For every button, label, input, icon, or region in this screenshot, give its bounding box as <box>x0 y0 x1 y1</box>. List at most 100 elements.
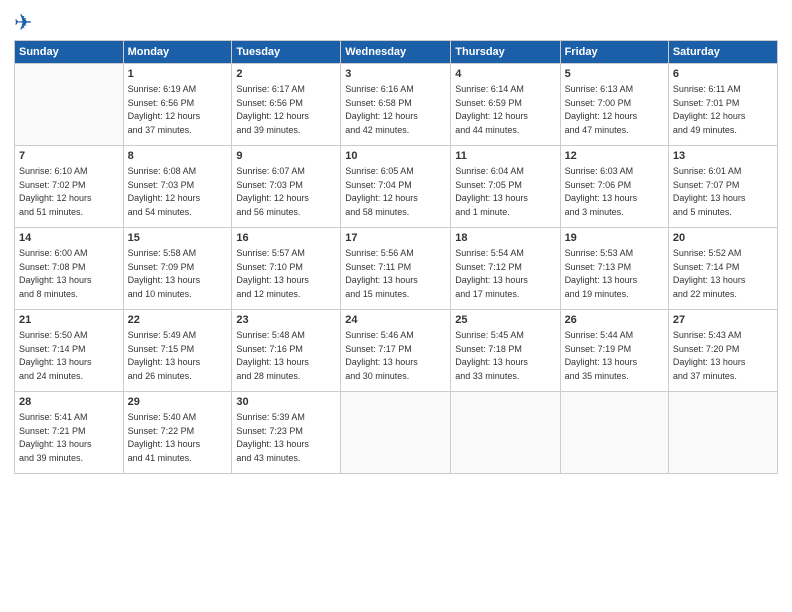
day-info: Sunrise: 5:53 AM Sunset: 7:13 PM Dayligh… <box>565 248 638 299</box>
header: ✈ <box>14 10 778 36</box>
day-info: Sunrise: 6:19 AM Sunset: 6:56 PM Dayligh… <box>128 84 201 135</box>
day-header-sunday: Sunday <box>15 41 124 64</box>
calendar-cell: 19 Sunrise: 5:53 AM Sunset: 7:13 PM Dayli… <box>560 228 668 310</box>
week-row-1: 1 Sunrise: 6:19 AM Sunset: 6:56 PM Daylig… <box>15 64 778 146</box>
calendar-cell: 7 Sunrise: 6:10 AM Sunset: 7:02 PM Daylig… <box>15 146 124 228</box>
day-number: 24 <box>345 313 446 328</box>
calendar-cell: 22 Sunrise: 5:49 AM Sunset: 7:15 PM Dayli… <box>123 310 232 392</box>
day-info: Sunrise: 6:04 AM Sunset: 7:05 PM Dayligh… <box>455 166 528 217</box>
day-info: Sunrise: 6:13 AM Sunset: 7:00 PM Dayligh… <box>565 84 638 135</box>
day-info: Sunrise: 5:48 AM Sunset: 7:16 PM Dayligh… <box>236 330 309 381</box>
day-info: Sunrise: 6:14 AM Sunset: 6:59 PM Dayligh… <box>455 84 528 135</box>
calendar-cell: 24 Sunrise: 5:46 AM Sunset: 7:17 PM Dayli… <box>341 310 451 392</box>
day-number: 12 <box>565 149 664 164</box>
day-info: Sunrise: 5:41 AM Sunset: 7:21 PM Dayligh… <box>19 412 92 463</box>
calendar-cell: 12 Sunrise: 6:03 AM Sunset: 7:06 PM Dayli… <box>560 146 668 228</box>
week-row-3: 14 Sunrise: 6:00 AM Sunset: 7:08 PM Dayli… <box>15 228 778 310</box>
day-number: 2 <box>236 67 336 82</box>
day-number: 10 <box>345 149 446 164</box>
day-info: Sunrise: 6:16 AM Sunset: 6:58 PM Dayligh… <box>345 84 418 135</box>
calendar-table: SundayMondayTuesdayWednesdayThursdayFrid… <box>14 40 778 474</box>
calendar-cell: 13Sunrise: 6:01 AM Sunset: 7:07 PM Dayli… <box>668 146 777 228</box>
calendar-cell: 30 Sunrise: 5:39 AM Sunset: 7:23 PM Dayli… <box>232 392 341 474</box>
day-header-monday: Monday <box>123 41 232 64</box>
day-number: 11 <box>455 149 555 164</box>
day-number: 22 <box>128 313 228 328</box>
day-number: 16 <box>236 231 336 246</box>
day-number: 1 <box>128 67 228 82</box>
day-info: Sunrise: 5:49 AM Sunset: 7:15 PM Dayligh… <box>128 330 201 381</box>
day-info: Sunrise: 6:00 AM Sunset: 7:08 PM Dayligh… <box>19 248 92 299</box>
day-info: Sunrise: 5:52 AM Sunset: 7:14 PM Dayligh… <box>673 248 746 299</box>
day-number: 3 <box>345 67 446 82</box>
logo-icon: ✈ <box>14 10 32 36</box>
day-number: 23 <box>236 313 336 328</box>
day-info: Sunrise: 5:39 AM Sunset: 7:23 PM Dayligh… <box>236 412 309 463</box>
day-info: Sunrise: 5:54 AM Sunset: 7:12 PM Dayligh… <box>455 248 528 299</box>
calendar-cell: 3 Sunrise: 6:16 AM Sunset: 6:58 PM Daylig… <box>341 64 451 146</box>
calendar-cell: 15Sunrise: 5:58 AM Sunset: 7:09 PM Dayli… <box>123 228 232 310</box>
calendar-cell: 27 Sunrise: 5:43 AM Sunset: 7:20 PM Dayli… <box>668 310 777 392</box>
calendar-cell <box>15 64 124 146</box>
day-number: 5 <box>565 67 664 82</box>
calendar-cell: 29Sunrise: 5:40 AM Sunset: 7:22 PM Dayli… <box>123 392 232 474</box>
page-container: ✈ SundayMondayTuesdayWednesdayThursdayFr… <box>0 0 792 484</box>
day-number: 29 <box>128 395 228 410</box>
day-info: Sunrise: 6:05 AM Sunset: 7:04 PM Dayligh… <box>345 166 418 217</box>
day-info: Sunrise: 5:57 AM Sunset: 7:10 PM Dayligh… <box>236 248 309 299</box>
calendar-cell: 5 Sunrise: 6:13 AM Sunset: 7:00 PM Daylig… <box>560 64 668 146</box>
calendar-cell: 20 Sunrise: 5:52 AM Sunset: 7:14 PM Dayli… <box>668 228 777 310</box>
day-number: 30 <box>236 395 336 410</box>
day-number: 6 <box>673 67 773 82</box>
calendar-cell: 18Sunrise: 5:54 AM Sunset: 7:12 PM Dayli… <box>451 228 560 310</box>
day-number: 4 <box>455 67 555 82</box>
day-number: 14 <box>19 231 119 246</box>
day-number: 9 <box>236 149 336 164</box>
calendar-cell: 11 Sunrise: 6:04 AM Sunset: 7:05 PM Dayli… <box>451 146 560 228</box>
calendar-cell: 2 Sunrise: 6:17 AM Sunset: 6:56 PM Daylig… <box>232 64 341 146</box>
day-number: 20 <box>673 231 773 246</box>
day-header-friday: Friday <box>560 41 668 64</box>
week-row-5: 28 Sunrise: 5:41 AM Sunset: 7:21 PM Dayli… <box>15 392 778 474</box>
day-info: Sunrise: 5:46 AM Sunset: 7:17 PM Dayligh… <box>345 330 418 381</box>
calendar-cell: 10 Sunrise: 6:05 AM Sunset: 7:04 PM Dayli… <box>341 146 451 228</box>
day-info: Sunrise: 5:44 AM Sunset: 7:19 PM Dayligh… <box>565 330 638 381</box>
calendar-cell: 9 Sunrise: 6:07 AM Sunset: 7:03 PM Daylig… <box>232 146 341 228</box>
day-header-saturday: Saturday <box>668 41 777 64</box>
day-number: 17 <box>345 231 446 246</box>
day-info: Sunrise: 6:03 AM Sunset: 7:06 PM Dayligh… <box>565 166 638 217</box>
calendar-cell: 14 Sunrise: 6:00 AM Sunset: 7:08 PM Dayli… <box>15 228 124 310</box>
day-number: 7 <box>19 149 119 164</box>
calendar-cell: 4 Sunrise: 6:14 AM Sunset: 6:59 PM Daylig… <box>451 64 560 146</box>
logo: ✈ <box>14 10 34 36</box>
day-info: Sunrise: 5:50 AM Sunset: 7:14 PM Dayligh… <box>19 330 92 381</box>
day-number: 25 <box>455 313 555 328</box>
calendar-cell: 28 Sunrise: 5:41 AM Sunset: 7:21 PM Dayli… <box>15 392 124 474</box>
day-info: Sunrise: 6:10 AM Sunset: 7:02 PM Dayligh… <box>19 166 92 217</box>
day-info: Sunrise: 5:43 AM Sunset: 7:20 PM Dayligh… <box>673 330 746 381</box>
week-row-4: 21 Sunrise: 5:50 AM Sunset: 7:14 PM Dayli… <box>15 310 778 392</box>
calendar-cell: 17 Sunrise: 5:56 AM Sunset: 7:11 PM Dayli… <box>341 228 451 310</box>
day-number: 8 <box>128 149 228 164</box>
calendar-cell: 1 Sunrise: 6:19 AM Sunset: 6:56 PM Daylig… <box>123 64 232 146</box>
day-info: Sunrise: 5:58 AM Sunset: 7:09 PM Dayligh… <box>128 248 201 299</box>
calendar-cell: 21 Sunrise: 5:50 AM Sunset: 7:14 PM Dayli… <box>15 310 124 392</box>
day-number: 13 <box>673 149 773 164</box>
day-header-thursday: Thursday <box>451 41 560 64</box>
day-info: Sunrise: 6:08 AM Sunset: 7:03 PM Dayligh… <box>128 166 201 217</box>
day-header-tuesday: Tuesday <box>232 41 341 64</box>
day-number: 21 <box>19 313 119 328</box>
calendar-cell: 16 Sunrise: 5:57 AM Sunset: 7:10 PM Dayli… <box>232 228 341 310</box>
calendar-cell: 23 Sunrise: 5:48 AM Sunset: 7:16 PM Dayli… <box>232 310 341 392</box>
week-row-2: 7 Sunrise: 6:10 AM Sunset: 7:02 PM Daylig… <box>15 146 778 228</box>
day-info: Sunrise: 5:56 AM Sunset: 7:11 PM Dayligh… <box>345 248 418 299</box>
day-info: Sunrise: 5:45 AM Sunset: 7:18 PM Dayligh… <box>455 330 528 381</box>
day-info: Sunrise: 6:07 AM Sunset: 7:03 PM Dayligh… <box>236 166 309 217</box>
day-number: 28 <box>19 395 119 410</box>
calendar-cell <box>668 392 777 474</box>
day-info: Sunrise: 6:17 AM Sunset: 6:56 PM Dayligh… <box>236 84 309 135</box>
calendar-cell <box>451 392 560 474</box>
day-number: 19 <box>565 231 664 246</box>
day-number: 27 <box>673 313 773 328</box>
day-header-wednesday: Wednesday <box>341 41 451 64</box>
